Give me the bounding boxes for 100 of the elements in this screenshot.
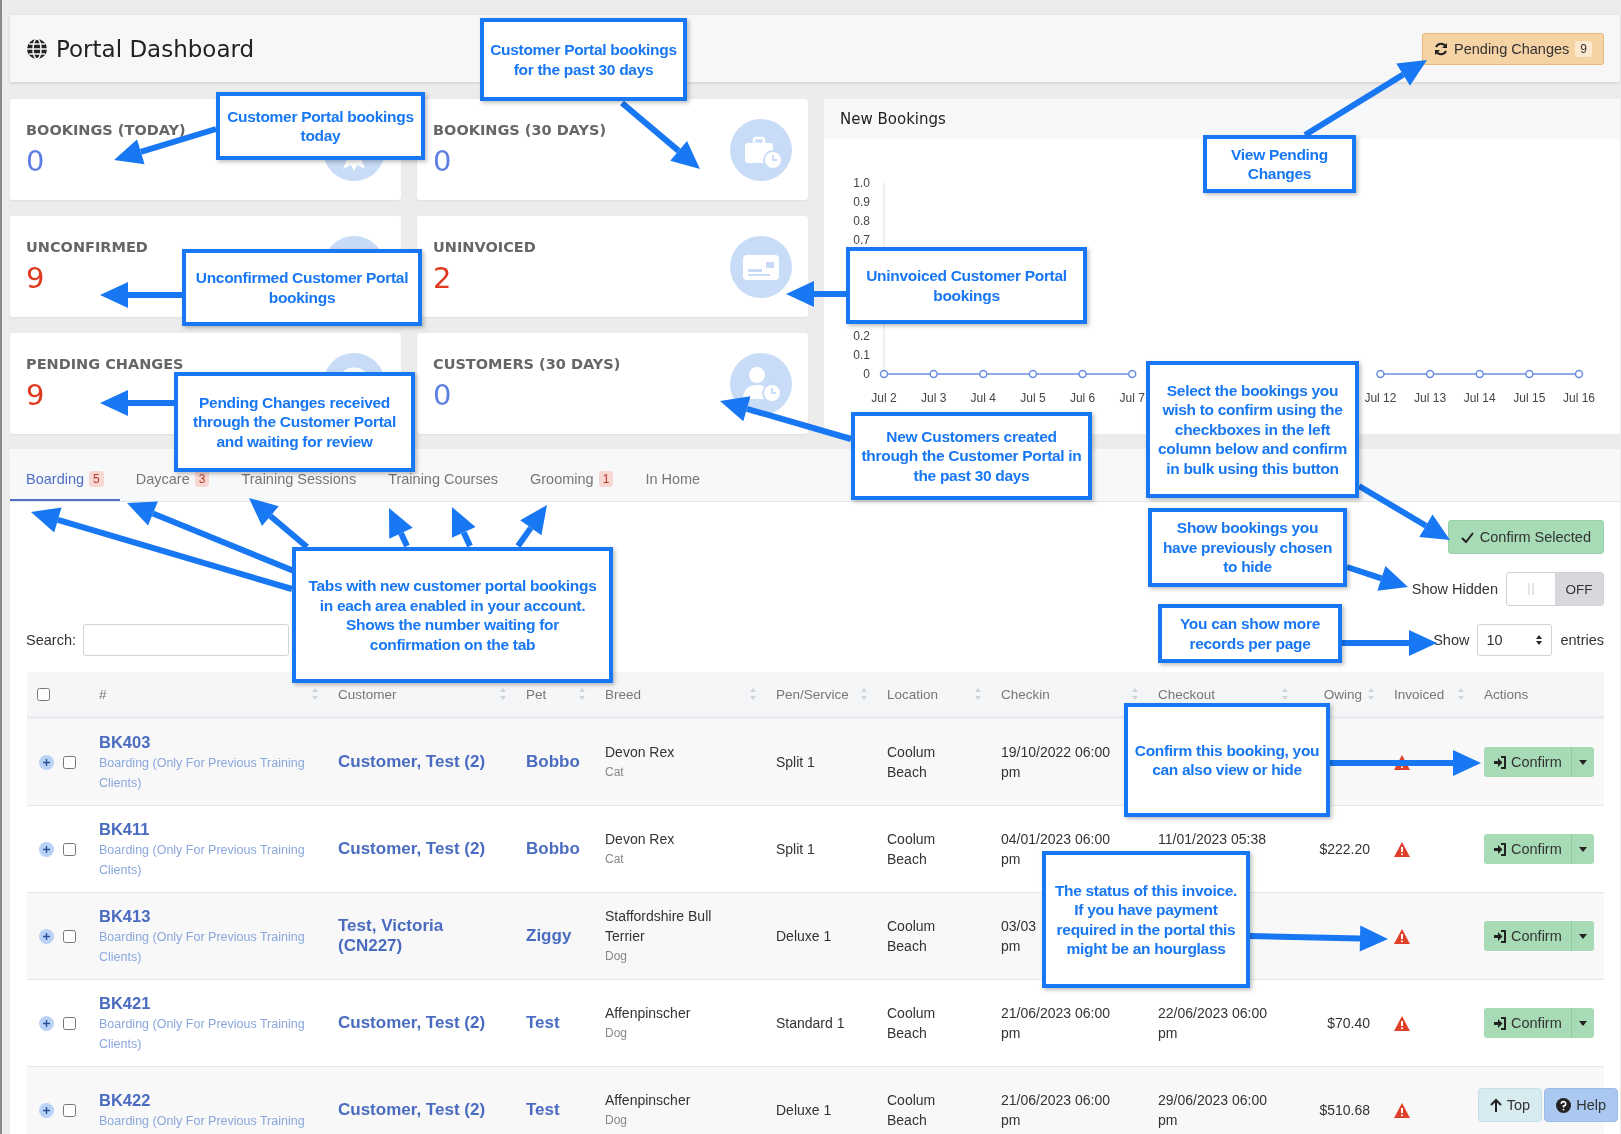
help-button[interactable]: Help xyxy=(1544,1088,1618,1122)
dropdown-caret-button[interactable] xyxy=(1570,921,1594,951)
customer-link[interactable]: Customer, Test (2) xyxy=(338,1100,486,1120)
pet-link[interactable]: Test xyxy=(526,1013,560,1033)
callout-note: Customer Portal bookings for the past 30 days xyxy=(480,18,687,101)
callout-note: View Pending Changes xyxy=(1203,135,1356,193)
customer-link[interactable]: Test, Victoria (CN227) xyxy=(338,916,498,956)
caret-icon xyxy=(1578,846,1587,852)
data-point xyxy=(1475,369,1484,379)
column-header[interactable]: Breed xyxy=(605,686,642,702)
booking-id-link[interactable]: BK403 xyxy=(99,731,151,753)
callout-arrow xyxy=(451,507,476,548)
booking-id-link[interactable]: BK413 xyxy=(99,905,151,927)
data-point xyxy=(1525,369,1534,379)
sign-in-icon xyxy=(1493,842,1507,856)
callout-note: Confirm this booking, you can also view or hide xyxy=(1124,703,1330,817)
column-header[interactable]: Pen/Service xyxy=(776,686,849,702)
callout-note: Customer Portal bookings today xyxy=(216,92,425,160)
checkin-text: 19/10/2022 06:00 pm xyxy=(1001,743,1111,782)
column-header[interactable]: Pet xyxy=(526,686,547,702)
column-header[interactable]: Checkin xyxy=(1001,686,1050,702)
check-icon xyxy=(1460,531,1474,543)
expand-icon[interactable] xyxy=(39,754,54,770)
confirm-button[interactable]: Confirm xyxy=(1484,747,1571,777)
expand-icon[interactable] xyxy=(39,1102,54,1118)
data-point xyxy=(929,369,938,379)
stat-value: 0 xyxy=(433,377,452,412)
data-point xyxy=(979,369,988,379)
dropdown-caret-button[interactable] xyxy=(1570,1008,1594,1038)
species-text: Dog xyxy=(605,1112,627,1129)
grip-icon xyxy=(1528,583,1534,595)
expand-icon[interactable] xyxy=(39,1015,54,1031)
customer-link[interactable]: Customer, Test (2) xyxy=(338,839,486,859)
customer-link[interactable]: Customer, Test (2) xyxy=(338,1013,486,1033)
data-point xyxy=(879,369,889,379)
dropdown-caret-button[interactable] xyxy=(1570,834,1594,864)
column-header[interactable]: Customer xyxy=(338,686,397,702)
refresh-icon xyxy=(1434,41,1448,56)
column-header[interactable]: Owing xyxy=(1323,686,1362,702)
callout-note: Unconfirmed Customer Portal bookings xyxy=(182,249,422,326)
pen-text: Split 1 xyxy=(776,840,815,859)
column-header[interactable]: Location xyxy=(887,686,939,702)
card-icon xyxy=(730,352,792,415)
pet-link[interactable]: Ziggy xyxy=(526,926,572,946)
show-hidden-toggle[interactable]: OFF xyxy=(1506,572,1604,606)
tab[interactable]: Training Sessions xyxy=(225,471,373,501)
customer-link[interactable]: Customer, Test (2) xyxy=(338,752,486,772)
tab[interactable]: In Home xyxy=(629,471,717,501)
breed-text: Devon Rex xyxy=(605,743,675,762)
back-to-top-button[interactable]: Top xyxy=(1477,1088,1543,1122)
booking-id-link[interactable]: BK421 xyxy=(99,992,151,1014)
breed-text: Affenpinscher xyxy=(605,1091,691,1110)
row-checkbox[interactable] xyxy=(63,929,76,943)
row-checkbox[interactable] xyxy=(63,755,76,769)
expand-icon[interactable] xyxy=(39,928,54,944)
y-tick-label: 0 xyxy=(863,367,870,381)
pet-link[interactable]: Test xyxy=(526,1100,560,1120)
stat-label: PENDING CHANGES xyxy=(26,355,184,372)
column-header[interactable]: # xyxy=(99,686,107,702)
pet-link[interactable]: Bobbo xyxy=(526,839,580,859)
service-text: Boarding (Only For Previous Training xyxy=(99,1113,306,1130)
checkout-text: 29/06/2023 06:00 pm xyxy=(1158,1091,1268,1130)
confirm-button[interactable]: Confirm xyxy=(1484,921,1571,951)
expand-icon[interactable] xyxy=(39,841,54,857)
card-icon xyxy=(730,235,792,298)
column-header[interactable]: Checkout xyxy=(1158,686,1216,702)
row-checkbox[interactable] xyxy=(63,842,76,856)
tab[interactable]: Boarding 5 xyxy=(10,471,120,501)
pet-link[interactable]: Bobbo xyxy=(526,752,580,772)
column-header[interactable]: Actions xyxy=(1484,686,1529,702)
callout-arrow xyxy=(515,505,547,548)
pending-changes-button[interactable]: Pending Changes 9 xyxy=(1422,32,1604,65)
search-field[interactable] xyxy=(83,624,289,656)
confirm-button[interactable]: Confirm xyxy=(1484,1008,1571,1038)
stat-value: 2 xyxy=(433,260,452,295)
page-size-select[interactable]: 10 xyxy=(1477,624,1553,656)
owing-amount: $510.68 xyxy=(1319,1101,1370,1120)
caret-icon xyxy=(1578,1020,1587,1026)
select-all-checkbox[interactable] xyxy=(37,687,50,701)
sort-icon xyxy=(750,688,756,700)
x-tick-label: Jul 5 xyxy=(1020,391,1046,405)
checkout-text: 22/06/2023 06:00 pm xyxy=(1158,1004,1268,1043)
row-checkbox[interactable] xyxy=(63,1016,76,1030)
dropdown-caret-button[interactable] xyxy=(1570,747,1594,777)
service-text: Boarding (Only For Previous Training Clients) xyxy=(99,842,306,879)
breed-text: Devon Rex xyxy=(605,830,675,849)
checkin-text: 21/06/2023 06:00 pm xyxy=(1001,1091,1111,1130)
tab[interactable]: Grooming 1 xyxy=(514,471,630,501)
owing-amount: $70.40 xyxy=(1327,1014,1370,1033)
sort-icon xyxy=(579,688,585,700)
x-tick-label: Jul 2 xyxy=(871,391,897,405)
row-checkbox[interactable] xyxy=(63,1103,76,1117)
data-point xyxy=(1028,369,1038,379)
tab[interactable]: Training Courses xyxy=(372,471,514,501)
booking-id-link[interactable]: BK422 xyxy=(99,1089,151,1111)
y-tick-label: 0.2 xyxy=(853,328,870,343)
confirm-button[interactable]: Confirm xyxy=(1484,834,1571,864)
booking-id-link[interactable]: BK411 xyxy=(99,818,150,840)
confirm-selected-button[interactable]: Confirm Selected xyxy=(1447,520,1604,554)
column-header[interactable]: Invoiced xyxy=(1394,686,1445,702)
